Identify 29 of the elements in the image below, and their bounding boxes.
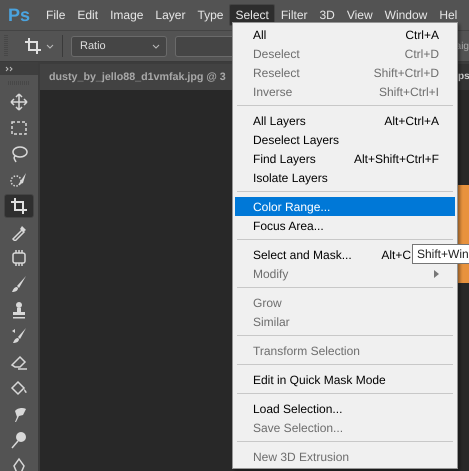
menu-item-label: Grow [253,296,283,310]
menu-item-label: All [253,28,268,42]
app-logo: Ps [8,4,30,26]
shortcut-text: Shift+Ctrl+I [378,84,439,98]
menu-item-label: Transform Selection [253,344,361,358]
menu-item-label: Inverse [253,84,294,98]
menu-item-label: New 3D Extrusion [253,450,350,464]
menu-item-label: All Layers [253,114,307,128]
menu-item-label: Edit in Quick Mask Mode [253,372,387,386]
shortcut-text: Alt+C [381,248,411,262]
menu-item-label: Modify [253,266,290,280]
menu-item-label: Focus Area... [253,218,325,232]
shortcut-text: Ctrl+A [405,28,439,42]
menu-item-label: Reselect [253,66,301,80]
shortcut-text: Alt+Ctrl+A [384,114,439,128]
shortcut-text: Ctrl+D [404,46,439,60]
menu-item-label: Isolate Layers [253,170,329,184]
menu-item-label: Deselect Layers [253,132,340,146]
shortcut-text: Alt+Shift+Ctrl+F [354,152,439,166]
menu-item-label: Find Layers [253,152,317,166]
menu-item-label: Similar [253,314,291,328]
menu-item-label: Color Range... [253,200,332,214]
menu-item-label: Select and Mask... [253,248,353,262]
menu-item-label: Load Selection... [253,402,344,416]
tooltip: Shift+Win [412,244,469,264]
menu-item-label: Deselect [253,46,301,60]
menu-item-label: Save Selection... [253,420,344,434]
shortcut-text: Shift+Ctrl+D [374,66,439,80]
dropdown-value: Ratio [80,40,106,52]
